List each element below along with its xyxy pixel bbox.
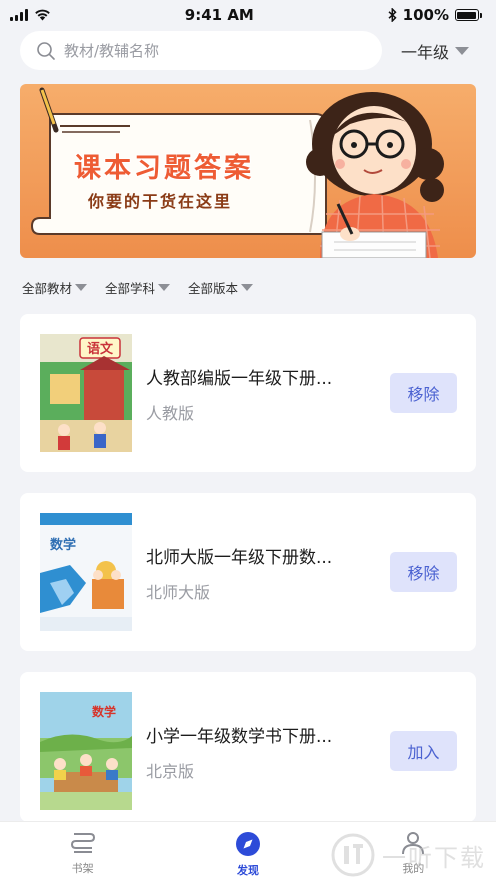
filter-label: 全部版本 bbox=[188, 281, 239, 296]
watermark-logo-icon bbox=[331, 833, 375, 877]
filter-textbook[interactable]: 全部教材 bbox=[22, 278, 88, 297]
chevron-down-icon bbox=[455, 47, 470, 55]
filter-edition[interactable]: 全部版本 bbox=[188, 278, 254, 297]
tab-discover[interactable]: 发现 bbox=[165, 822, 330, 882]
status-bar: 9:41 AM 100% bbox=[0, 0, 496, 30]
add-book-button[interactable]: 加入 bbox=[390, 731, 457, 771]
watermark: 一听下载 bbox=[330, 832, 486, 878]
cellular-signal-icon bbox=[10, 9, 28, 21]
banner-subtitle: 你要的干货在这里 bbox=[88, 192, 233, 211]
banner-headline: 课本习题答案 bbox=[74, 153, 254, 184]
filter-bar: 全部教材 全部学科 全部版本 bbox=[22, 278, 254, 297]
battery-icon bbox=[454, 9, 482, 21]
book-card[interactable]: 数学 北师大版一年级下册数... 北师大版 移除 bbox=[20, 493, 476, 651]
watermark-text: 一听下载 bbox=[382, 843, 486, 872]
book-card[interactable]: 语文 人教部编版一年级下册... 人教版 移除 bbox=[20, 314, 476, 472]
battery-percentage: 100% bbox=[402, 6, 449, 24]
book-card[interactable]: 数学 小学一年级数学书下册... 北京版 加入 bbox=[20, 672, 476, 822]
remove-book-button[interactable]: 移除 bbox=[390, 373, 457, 413]
grade-dropdown[interactable]: 一年级 bbox=[401, 38, 470, 64]
book-title: 小学一年级数学书下册... bbox=[146, 727, 333, 747]
book-publisher: 人教版 bbox=[146, 404, 195, 423]
promo-banner[interactable]: 课本习题答案 你要的干货在这里 bbox=[20, 84, 476, 258]
cover-text: 数学 bbox=[50, 537, 76, 553]
cover-text: 语文 bbox=[87, 341, 114, 357]
wifi-icon bbox=[35, 9, 50, 21]
caret-down-icon bbox=[241, 284, 254, 291]
book-cover-image: 语文 bbox=[40, 334, 132, 452]
book-publisher: 北京版 bbox=[146, 762, 195, 781]
compass-icon bbox=[235, 832, 260, 856]
tab-label: 书架 bbox=[71, 862, 94, 875]
remove-book-button[interactable]: 移除 bbox=[390, 552, 457, 592]
filter-label: 全部学科 bbox=[105, 281, 156, 296]
book-cover-image: 数学 bbox=[40, 692, 132, 810]
search-icon bbox=[37, 41, 55, 60]
filter-subject[interactable]: 全部学科 bbox=[105, 278, 171, 297]
cover-text: 数学 bbox=[92, 704, 116, 719]
bluetooth-icon bbox=[388, 8, 397, 22]
caret-down-icon bbox=[75, 284, 88, 291]
tab-bookshelf[interactable]: 书架 bbox=[0, 822, 165, 882]
tab-label: 发现 bbox=[236, 864, 259, 877]
book-title: 人教部编版一年级下册... bbox=[146, 369, 333, 389]
book-publisher: 北师大版 bbox=[146, 583, 211, 602]
bookshelf-icon bbox=[70, 833, 95, 853]
grade-dropdown-value: 一年级 bbox=[401, 43, 450, 62]
filter-label: 全部教材 bbox=[22, 281, 73, 296]
book-title: 北师大版一年级下册数... bbox=[146, 548, 333, 568]
search-placeholder: 教材/教辅名称 bbox=[64, 42, 160, 60]
status-time: 9:41 AM bbox=[184, 6, 254, 24]
caret-down-icon bbox=[158, 284, 171, 291]
search-input[interactable]: 教材/教辅名称 bbox=[20, 31, 382, 70]
book-cover-image: 数学 bbox=[40, 513, 132, 631]
